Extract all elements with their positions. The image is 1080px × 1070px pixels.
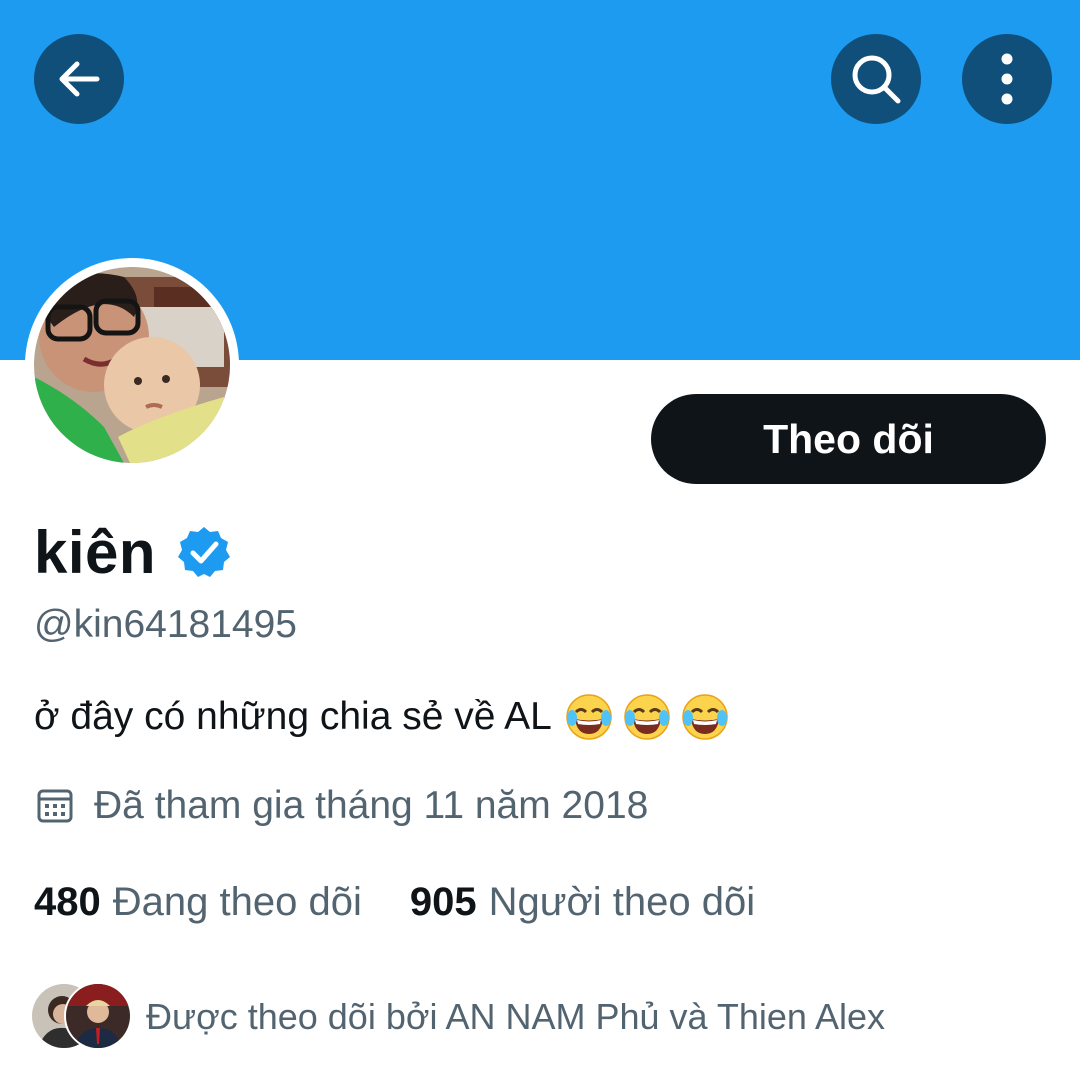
avatar-photo bbox=[34, 267, 230, 463]
bio: ở đây có những chia sẻ về AL bbox=[34, 692, 730, 742]
calendar-icon bbox=[37, 789, 73, 823]
follow-button[interactable]: Theo dõi bbox=[651, 394, 1046, 484]
verified-badge-icon[interactable] bbox=[176, 524, 232, 580]
face-with-tears-of-joy-icon bbox=[566, 694, 612, 740]
following-count: 480 bbox=[34, 880, 101, 924]
followed-by-row[interactable]: Được theo dõi bởi AN NAM Phủ và Thien Al… bbox=[30, 982, 885, 1052]
display-name: kiên bbox=[34, 518, 157, 586]
following-link[interactable]: 480 Đang theo dõi bbox=[34, 880, 362, 925]
face-with-tears-of-joy-icon bbox=[624, 694, 670, 740]
back-button[interactable] bbox=[34, 34, 124, 124]
following-label: Đang theo dõi bbox=[112, 880, 362, 924]
search-icon bbox=[852, 55, 901, 104]
followers-count: 905 bbox=[409, 880, 477, 924]
search-button[interactable] bbox=[831, 34, 921, 124]
user-handle: @kin64181495 bbox=[34, 603, 297, 646]
followers-link[interactable]: 905 Người theo dõi bbox=[410, 880, 755, 925]
bio-text: ở đây có những chia sẻ về AL bbox=[34, 695, 552, 738]
joined-date-row: Đã tham gia tháng 11 năm 2018 bbox=[36, 784, 648, 828]
followers-label: Người theo dõi bbox=[488, 880, 756, 924]
follower-avatars bbox=[30, 982, 132, 1052]
follow-stats: 480 Đang theo dõi 905 Người theo dõi bbox=[34, 880, 755, 925]
face-with-tears-of-joy-icon bbox=[682, 694, 728, 740]
profile-avatar[interactable] bbox=[25, 258, 239, 472]
name-row: kiên bbox=[34, 512, 232, 592]
more-options-button[interactable] bbox=[962, 34, 1052, 124]
joined-date-text: Đã tham gia tháng 11 năm 2018 bbox=[94, 784, 649, 827]
follower-avatar bbox=[64, 982, 132, 1050]
followed-by-text: Được theo dõi bởi AN NAM Phủ và Thien Al… bbox=[146, 996, 886, 1037]
more-vertical-icon bbox=[1001, 53, 1013, 105]
arrow-left-icon bbox=[59, 61, 100, 97]
